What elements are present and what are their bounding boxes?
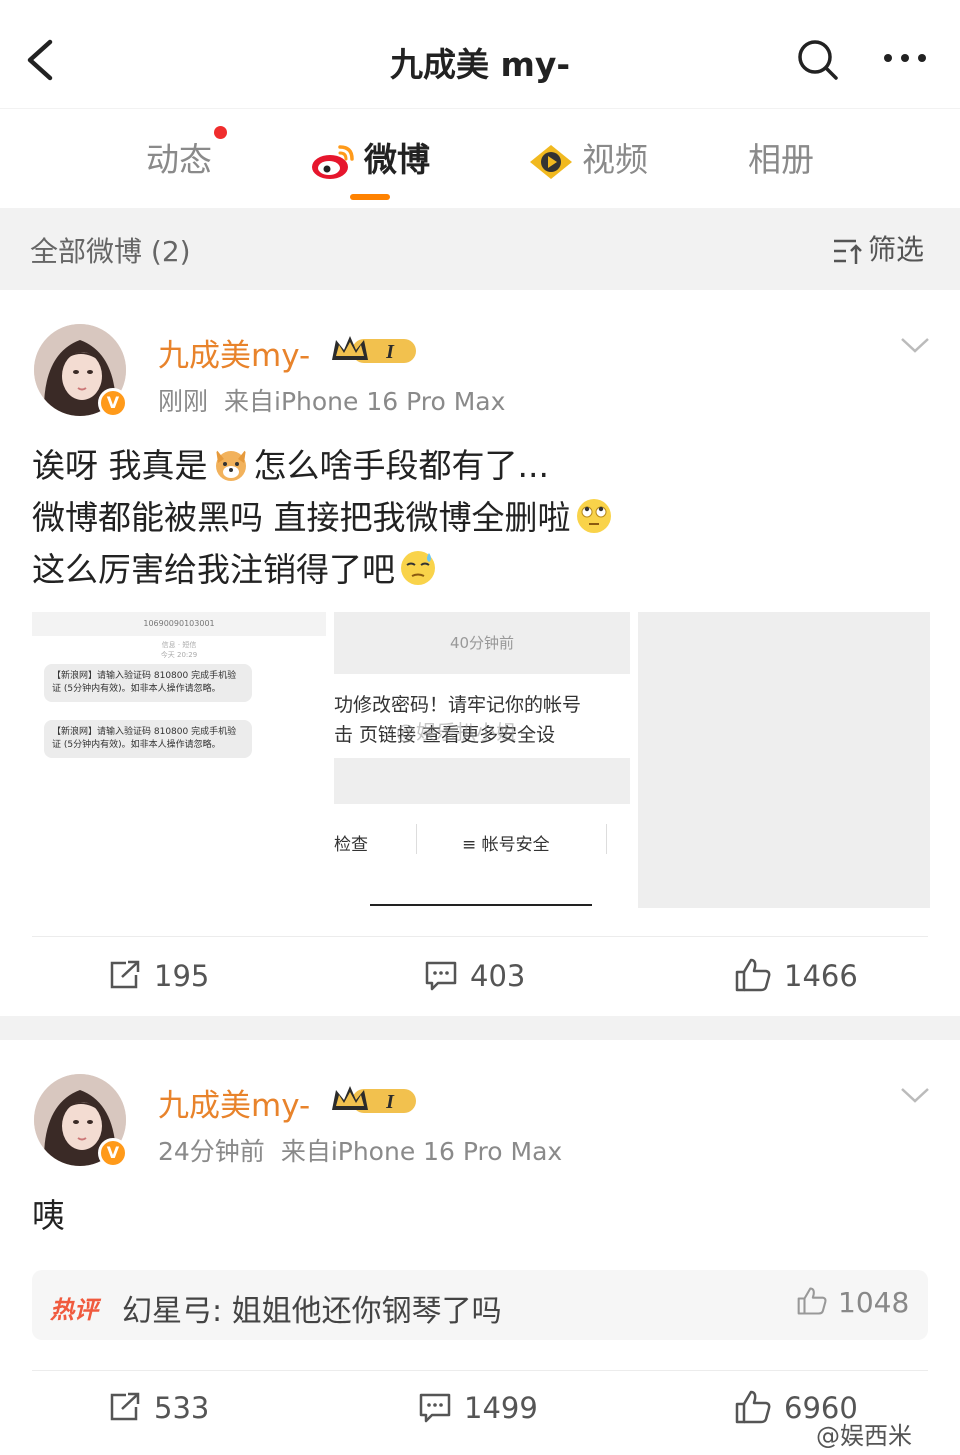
image-watermark: @娱乐扒小姐 [396, 720, 516, 744]
profile-tabs: 动态 微博 视频 相册 [0, 108, 960, 208]
post-image-grid: 10690090103001 信息 · 短信 今天 20:29 【新浪网】请输入… [32, 612, 930, 908]
post-source: 来自iPhone 16 Pro Max [280, 1137, 563, 1166]
weibo-post: V 九成美my- I 24分钟前 来自iPhone 16 Pro Max 咦 热评… [0, 1040, 960, 1455]
dog-emoji-icon [215, 449, 246, 481]
verified-badge: V [98, 388, 128, 418]
chevron-down-icon[interactable] [900, 1086, 930, 1104]
repost-count: 195 [154, 959, 210, 993]
post-body: 诶呀 我真是 怎么啥手段都有了... 微博都能被黑吗 直接把我微博全删啦 这么厉… [32, 440, 617, 596]
settings-item: 检查 [334, 835, 368, 855]
settings-block [334, 758, 630, 804]
filter-button-label: 筛选 [868, 233, 925, 266]
notification-dot [214, 126, 227, 139]
author-name[interactable]: 九成美my- [158, 1080, 310, 1125]
post-body: 咦 [32, 1190, 65, 1242]
hot-comment[interactable]: 热评 幻星弓: 姐姐他还你钢琴了吗 1048 [32, 1270, 928, 1340]
sms-bubble: 【新浪网】请输入验证码 810800 完成手机验证 (5分钟内有效)。如非本人操… [44, 664, 252, 702]
post-text: 诶呀 我真是 [32, 446, 208, 485]
tab-label: 动态 [146, 140, 212, 179]
post-meta: 刚刚 来自iPhone 16 Pro Max [158, 382, 505, 418]
sms-bubble: 【新浪网】请输入验证码 810800 完成手机验证 (5分钟内有效)。如非本人操… [44, 720, 252, 758]
level-text: I [385, 1091, 395, 1113]
weibo-logo-icon [312, 144, 354, 179]
post-image-sms[interactable]: 10690090103001 信息 · 短信 今天 20:29 【新浪网】请输入… [32, 612, 326, 908]
comment-icon [425, 961, 457, 991]
hot-comment-text: 幻星弓: 姐姐他还你钢琴了吗 [122, 1294, 502, 1329]
post-text: 微博都能被黑吗 直接把我微博全删啦 [32, 498, 571, 537]
more-dots-icon[interactable] [880, 46, 930, 70]
verified-badge: V [98, 1138, 128, 1168]
tab-label: 微博 [364, 140, 430, 179]
like-count: 1466 [784, 959, 858, 993]
tab-weibo[interactable]: 微博 [310, 137, 430, 187]
repost-button[interactable]: 195 [108, 956, 209, 996]
post-text: 怎么啥手段都有了... [253, 446, 549, 485]
hot-comment-like[interactable]: 1048 [796, 1286, 909, 1319]
comment-button[interactable]: 1499 [418, 1388, 538, 1428]
divider [416, 824, 417, 854]
hot-comment-tag: 热评 [50, 1296, 98, 1324]
eye-roll-emoji-icon [576, 499, 611, 533]
level-text: I [385, 341, 395, 363]
post-line: 这么厉害给我注销得了吧 [32, 544, 617, 596]
post-meta: 24分钟前 来自iPhone 16 Pro Max [158, 1132, 562, 1168]
home-indicator [370, 904, 592, 906]
tab-label: 视频 [582, 140, 648, 179]
author-name[interactable]: 九成美my- [158, 330, 310, 375]
tab-dynamic[interactable]: 动态 [146, 137, 212, 187]
settings-time: 40分钟前 [334, 612, 630, 674]
post-line: 微博都能被黑吗 直接把我微博全删啦 [32, 492, 617, 544]
comment-count: 1499 [464, 1391, 538, 1425]
crown-level-badge-icon: I [332, 1086, 416, 1113]
active-tab-indicator [350, 194, 390, 200]
divider [32, 936, 928, 937]
top-nav-bar: 九成美 my- [0, 0, 960, 108]
filter-bar: 全部微博 (2) 筛选 [0, 208, 960, 290]
repost-button[interactable]: 533 [108, 1388, 209, 1428]
divider [606, 824, 607, 854]
like-button[interactable]: 1466 [734, 956, 858, 996]
corner-watermark: @娱西米 [816, 1422, 912, 1450]
search-icon[interactable] [796, 38, 840, 82]
filter-sort-icon [834, 239, 862, 264]
repost-count: 533 [154, 1391, 210, 1425]
weibo-post: V 九成美my- I 刚刚 来自iPhone 16 Pro Max 诶呀 我真是 … [0, 290, 960, 1016]
thumbs-up-icon [797, 1287, 827, 1315]
comment-icon [419, 1393, 451, 1423]
post-separator [0, 1016, 960, 1040]
chevron-down-icon[interactable] [900, 336, 930, 354]
tab-video[interactable]: 视频 [528, 137, 648, 187]
repost-icon [110, 960, 140, 989]
sms-subtitle-line: 今天 20:29 [160, 651, 198, 659]
divider [32, 1370, 928, 1371]
sms-subtitle-line: 信息 · 短信 [161, 641, 197, 649]
post-time: 24分钟前 [158, 1137, 265, 1166]
crown-level-badge-icon: I [332, 336, 416, 363]
post-actions: 195 403 1466 [0, 946, 960, 1006]
post-text: 咦 [32, 1196, 65, 1235]
settings-text: 功修改密码！请牢记你的帐号 [334, 694, 582, 716]
post-count-label: 全部微博 (2) [30, 235, 191, 268]
thumbs-up-icon [735, 1390, 771, 1424]
filter-button[interactable]: 筛选 [832, 228, 924, 268]
sweat-emoji-icon [401, 551, 435, 585]
post-image-settings[interactable]: 40分钟前 功修改密码！请牢记你的帐号 击 页链接 查看更多安全设 @娱乐扒小姐… [334, 612, 630, 908]
tab-album[interactable]: 相册 [748, 137, 814, 187]
post-line: 诶呀 我真是 怎么啥手段都有了... [32, 440, 617, 492]
comment-count: 403 [470, 959, 526, 993]
post-text: 这么厉害给我注销得了吧 [32, 550, 395, 589]
hot-comment-like-count: 1048 [838, 1286, 910, 1319]
sms-subtitle: 信息 · 短信 今天 20:29 [32, 640, 326, 660]
post-time: 刚刚 [158, 387, 209, 416]
post-source: 来自iPhone 16 Pro Max [224, 387, 506, 416]
repost-icon [110, 1392, 140, 1421]
thumbs-up-icon [735, 958, 771, 992]
post-image-blank[interactable] [638, 612, 930, 908]
tab-label: 相册 [748, 140, 814, 179]
comment-button[interactable]: 403 [424, 956, 525, 996]
video-play-icon [530, 144, 572, 179]
sms-sender: 10690090103001 [32, 612, 326, 636]
settings-item: ≡ 帐号安全 [462, 835, 550, 855]
